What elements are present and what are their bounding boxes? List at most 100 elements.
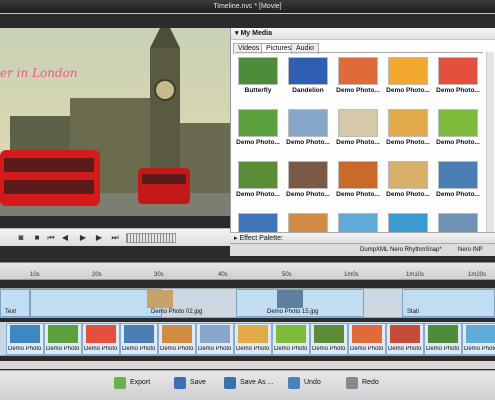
effect-palette-bar[interactable]: ▸ Effect Palette: — [230, 232, 495, 244]
filmstrip-label: Demo Photo — [236, 346, 270, 352]
export-icon — [114, 377, 126, 389]
timeline-scrollbar[interactable] — [0, 361, 495, 369]
media-caption: Demo Photo... — [436, 87, 480, 94]
media-item[interactable] — [285, 211, 331, 232]
filmstrip-clip[interactable]: Demo Photo — [82, 323, 120, 355]
filmstrip-thumbnail — [124, 325, 154, 343]
filmstrip-label: Demo Photo — [8, 346, 42, 352]
media-thumbnail — [288, 161, 328, 189]
filmstrip-clip[interactable]: Demo Photo — [462, 323, 495, 355]
media-thumbnail — [438, 213, 478, 232]
save-button[interactable]: Save — [172, 374, 206, 392]
media-panel: ▾ My Media Videos Pictures Audio Butterf… — [230, 28, 495, 232]
export-label: Export — [130, 379, 151, 386]
media-item[interactable]: Dandelion — [285, 55, 331, 107]
media-item[interactable]: Demo Photo... — [435, 55, 481, 107]
media-caption: Demo Photo... — [436, 191, 480, 198]
ruler-tick: 50s — [282, 272, 292, 278]
media-item[interactable]: Demo Photo... — [385, 55, 431, 107]
media-caption: Demo Photo... — [236, 191, 280, 198]
player-controls: ◙ ■ ⏮ ◀ ▶ ▶ ⏭ — [0, 228, 230, 246]
filmstrip-thumbnail — [200, 325, 230, 343]
volume-slider[interactable] — [126, 233, 176, 243]
media-thumbnail — [238, 161, 278, 189]
media-thumbnail — [438, 57, 478, 85]
media-item[interactable]: Demo Photo... — [285, 107, 331, 159]
media-item[interactable]: Demo Photo... — [235, 107, 281, 159]
media-item[interactable]: Demo Photo... — [335, 55, 381, 107]
forward-icon[interactable]: ▶ — [94, 233, 104, 243]
media-scrollbar[interactable] — [486, 52, 494, 232]
media-item[interactable]: Demo Photo... — [385, 159, 431, 211]
filmstrip-thumbnail — [238, 325, 268, 343]
filmstrip-label: Demo Photo — [350, 346, 384, 352]
redo-icon — [346, 377, 358, 389]
save-as-button[interactable]: Save As ... — [222, 374, 273, 392]
timeline-clip[interactable]: Demo Photo 02.jpg — [30, 289, 202, 317]
nero-inp-button[interactable]: Nero INP — [458, 244, 483, 256]
filmstrip-clip[interactable]: Demo Photo — [424, 323, 462, 355]
media-thumbnail — [288, 109, 328, 137]
media-thumbnail — [238, 57, 278, 85]
filmstrip-thumbnail — [352, 325, 382, 343]
bottom-toolbar: Export Save Save As ... Undo Redo — [0, 370, 495, 400]
media-caption: Demo Photo... — [236, 139, 280, 146]
dumpxml-button[interactable]: DumpXML — [360, 244, 388, 256]
media-item[interactable]: Demo Photo... — [285, 159, 331, 211]
filmstrip-label: Demo Photo — [312, 346, 346, 352]
media-item[interactable]: Demo Photo... — [235, 159, 281, 211]
media-grid: Butterfly Dandelion Demo Photo... Demo Phot… — [235, 52, 483, 232]
media-item[interactable] — [385, 211, 431, 232]
media-caption: Butterfly — [244, 87, 272, 94]
undo-label: Undo — [304, 379, 321, 386]
filmstrip-thumbnail — [428, 325, 458, 343]
next-icon[interactable]: ⏭ — [110, 233, 120, 243]
redo-button[interactable]: Redo — [344, 374, 379, 392]
save-as-label: Save As ... — [240, 379, 274, 386]
rewind-icon[interactable]: ◀ — [60, 233, 70, 243]
media-thumbnail — [438, 109, 478, 137]
timeline-ruler[interactable]: 10s 20s 30s 40s 50s 1m0s 1m10s 1m20s — [0, 262, 495, 280]
filmstrip-clip[interactable]: Demo Photo — [158, 323, 196, 355]
filmstrip-label: Demo Photo — [464, 346, 495, 352]
play-icon[interactable]: ▶ — [78, 233, 88, 243]
media-caption: Demo Photo... — [286, 191, 330, 198]
timeline-clip[interactable]: Text — [0, 289, 30, 317]
media-caption: Demo Photo... — [386, 191, 430, 198]
media-item[interactable]: Demo Photo... — [435, 107, 481, 159]
undo-button[interactable]: Undo — [286, 374, 321, 392]
media-item[interactable] — [235, 211, 281, 232]
media-item[interactable]: Demo Photo... — [385, 107, 431, 159]
filmstrip-thumbnail — [162, 325, 192, 343]
filmstrip-clip[interactable]: Demo Photo — [310, 323, 348, 355]
export-button[interactable]: Export — [112, 374, 150, 392]
filmstrip-clip[interactable]: Demo Photo — [196, 323, 234, 355]
media-header-label: My Media — [240, 30, 272, 37]
filmstrip-clip[interactable]: Demo Photo — [120, 323, 158, 355]
media-item[interactable] — [435, 211, 481, 232]
prev-icon[interactable]: ⏮ — [46, 233, 56, 243]
camera-icon[interactable]: ◙ — [16, 233, 26, 243]
timeline-clip[interactable]: Demo Photo 15.jpg — [236, 289, 364, 317]
stop-icon[interactable]: ■ — [32, 233, 42, 243]
save-label: Save — [190, 379, 206, 386]
filmstrip-clip[interactable]: Demo Photo — [44, 323, 82, 355]
preview-image — [0, 28, 230, 216]
rhythmsnap-button[interactable]: Nero RhythmSnap* — [390, 244, 442, 256]
ruler-tick: 40s — [218, 272, 228, 278]
filmstrip-clip[interactable]: Demo Photo — [234, 323, 272, 355]
media-item[interactable]: Demo Photo... — [435, 159, 481, 211]
clip-label: Text — [5, 309, 17, 315]
filmstrip-clip[interactable]: Demo Photo — [348, 323, 386, 355]
media-item[interactable]: Butterfly — [235, 55, 281, 107]
timeline-clip[interactable]: Stati — [402, 289, 495, 317]
filmstrip-clip[interactable]: Demo Photo — [386, 323, 424, 355]
filmstrip-clip[interactable]: Demo Photo — [6, 323, 44, 355]
media-item[interactable]: Demo Photo... — [335, 159, 381, 211]
filmstrip-clip[interactable]: Demo Photo — [272, 323, 310, 355]
media-thumbnail — [438, 161, 478, 189]
media-item[interactable]: Demo Photo... — [335, 107, 381, 159]
ruler-tick: 1m0s — [344, 272, 359, 278]
media-item[interactable] — [335, 211, 381, 232]
media-thumbnail — [388, 161, 428, 189]
